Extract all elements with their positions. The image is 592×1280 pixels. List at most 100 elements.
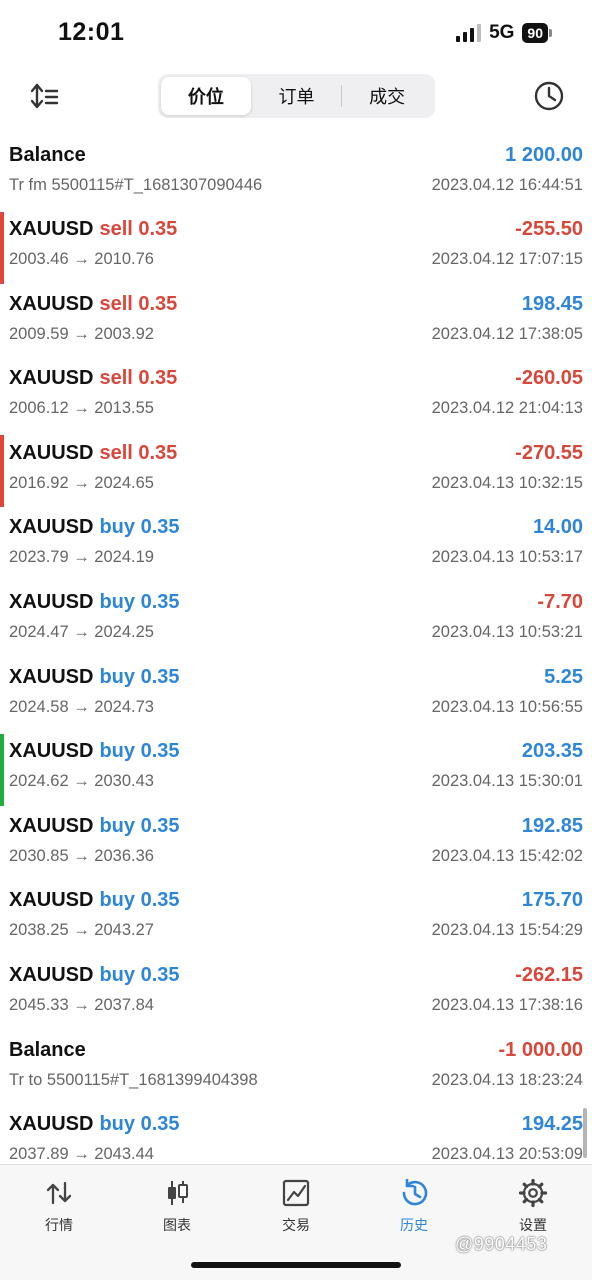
deal-header: XAUUSD buy 0.35	[9, 666, 180, 689]
deal-symbol: XAUUSD	[9, 740, 94, 763]
balance-comment: Tr fm 5500115#T_1681307090446	[9, 175, 263, 194]
deal-prices: 2038.25 → 2043.27	[9, 921, 154, 940]
nav-label-chart: 图表	[163, 1217, 191, 1233]
deal-row[interactable]: XAUUSD buy 0.35 -7.70 2024.47 → 2024.25 202…	[0, 582, 592, 657]
clock-icon	[534, 81, 564, 111]
nav-label-quotes: 行情	[45, 1217, 73, 1233]
deal-row[interactable]: XAUUSD buy 0.35 -262.15 2045.33 → 2037.84 2…	[0, 955, 592, 1030]
segment-positions[interactable]: 价位	[161, 77, 251, 115]
deal-side-volume: buy 0.35	[99, 665, 180, 688]
candlestick-chart-icon	[168, 1181, 188, 1205]
deal-marker	[0, 211, 4, 284]
deal-time: 2023.04.13 15:42:02	[431, 846, 583, 865]
deal-time: 2023.04.13 17:38:16	[431, 996, 583, 1015]
balance-row[interactable]: Balance 1 200.00 Tr fm 5500115#T_16813070…	[0, 134, 592, 209]
deal-symbol: XAUUSD	[9, 1113, 94, 1136]
deal-profit: 14.00	[532, 516, 583, 539]
deal-prices: 2009.59 → 2003.92	[9, 324, 154, 343]
deal-row[interactable]: XAUUSD buy 0.35 14.00 2023.79 → 2024.19 202…	[0, 507, 592, 582]
balance-title: Balance	[9, 143, 86, 166]
deal-profit: -270.55	[515, 441, 583, 464]
deal-side-volume: buy 0.35	[99, 1113, 180, 1136]
deal-time: 2023.04.13 15:30:01	[431, 772, 583, 791]
deal-profit: -255.50	[515, 218, 583, 241]
deal-header: XAUUSD buy 0.35	[9, 964, 180, 987]
battery-icon: 90	[522, 23, 552, 43]
deal-header: XAUUSD buy 0.35	[9, 591, 180, 614]
deal-row[interactable]: XAUUSD sell 0.35 -255.50 2003.46 → 2010.76…	[0, 209, 592, 284]
nav-item-chart[interactable]: 图表	[127, 1177, 227, 1237]
status-indicators: 5G 90	[456, 22, 552, 44]
balance-amount: 1 200.00	[505, 143, 583, 166]
deal-prices: 2045.33 → 2037.84	[9, 996, 154, 1015]
deal-profit: 203.35	[521, 740, 583, 763]
deal-row[interactable]: XAUUSD buy 0.35 194.25 2037.89 → 2043.44 20…	[0, 1104, 592, 1164]
deal-side-volume: buy 0.35	[99, 740, 180, 763]
deal-profit: 198.45	[521, 292, 583, 315]
deal-marker	[0, 733, 4, 806]
deal-prices: 2006.12 → 2013.55	[9, 399, 154, 418]
deal-prices: 2024.47 → 2024.25	[9, 623, 154, 642]
deal-side-volume: buy 0.35	[99, 591, 180, 614]
deal-symbol: XAUUSD	[9, 814, 94, 837]
deal-side-volume: sell 0.35	[99, 441, 178, 464]
deal-time: 2023.04.13 20:53:09	[431, 1145, 583, 1164]
watermark: @9904453	[455, 1234, 548, 1254]
segment-orders[interactable]: 订单	[252, 77, 342, 115]
nav-item-history[interactable]: 历史	[364, 1177, 464, 1237]
deal-header: XAUUSD buy 0.35	[9, 815, 180, 838]
nav-item-trade[interactable]: 交易	[246, 1177, 346, 1237]
deal-profit: 5.25	[544, 665, 583, 688]
signal-strength-icon	[456, 24, 482, 42]
balance-title: Balance	[9, 1038, 86, 1061]
home-indicator[interactable]	[191, 1262, 401, 1268]
list-scrollbar[interactable]	[583, 1108, 587, 1158]
deal-profit: 175.70	[521, 889, 583, 912]
segment-deals[interactable]: 成交	[342, 77, 432, 115]
period-button[interactable]	[532, 79, 566, 113]
deal-header: XAUUSD sell 0.35	[9, 218, 177, 241]
deal-prices: 2016.92 → 2024.65	[9, 473, 154, 492]
nav-label-settings: 设置	[519, 1217, 547, 1233]
deal-side-volume: buy 0.35	[99, 814, 180, 837]
deal-symbol: XAUUSD	[9, 889, 94, 912]
deal-profit: -260.05	[515, 367, 583, 390]
deal-symbol: XAUUSD	[9, 591, 94, 614]
deal-profit: -262.15	[515, 964, 583, 987]
trade-chart-icon	[282, 1179, 310, 1207]
deal-time: 2023.04.13 10:53:21	[431, 623, 583, 642]
deal-side-volume: sell 0.35	[99, 218, 178, 241]
sort-button[interactable]	[28, 80, 62, 112]
deal-row[interactable]: XAUUSD buy 0.35 5.25 2024.58 → 2024.73 2023…	[0, 656, 592, 731]
deal-header: XAUUSD buy 0.35	[9, 740, 180, 763]
deal-symbol: XAUUSD	[9, 218, 94, 241]
deal-header: XAUUSD buy 0.35	[9, 516, 180, 539]
deal-prices: 2024.62 → 2030.43	[9, 772, 154, 791]
deal-row[interactable]: XAUUSD buy 0.35 175.70 2038.25 → 2043.27 20…	[0, 880, 592, 955]
deal-prices: 2037.89 → 2043.44	[9, 1145, 154, 1164]
deal-header: XAUUSD buy 0.35	[9, 889, 180, 912]
deal-symbol: XAUUSD	[9, 292, 94, 315]
deal-time: 2023.04.12 17:38:05	[431, 324, 583, 343]
deal-header: XAUUSD buy 0.35	[9, 1113, 180, 1136]
balance-row[interactable]: Balance -1 000.00 Tr to 5500115#T_1681399…	[0, 1029, 592, 1104]
nav-item-quotes[interactable]: 行情	[9, 1177, 109, 1237]
deal-prices: 2023.79 → 2024.19	[9, 548, 154, 567]
balance-comment: Tr to 5500115#T_1681399404398	[9, 1070, 258, 1089]
deal-row[interactable]: XAUUSD sell 0.35 -270.55 2016.92 → 2024.65…	[0, 432, 592, 508]
deal-row[interactable]: XAUUSD sell 0.35 198.45 2009.59 → 2003.92 2…	[0, 283, 592, 358]
deal-symbol: XAUUSD	[9, 441, 94, 464]
nav-item-settings[interactable]: 设置	[483, 1177, 583, 1237]
nav-label-history: 历史	[400, 1217, 428, 1233]
history-list[interactable]: Balance 1 200.00 Tr fm 5500115#T_16813070…	[0, 134, 592, 1164]
deal-row[interactable]: XAUUSD sell 0.35 -260.05 2006.12 → 2013.55…	[0, 358, 592, 433]
deal-prices: 2030.85 → 2036.36	[9, 846, 154, 865]
deal-time: 2023.04.13 10:53:17	[431, 548, 583, 567]
deal-side-volume: buy 0.35	[99, 516, 180, 539]
deal-side-volume: sell 0.35	[99, 367, 178, 390]
deal-symbol: XAUUSD	[9, 665, 94, 688]
network-type: 5G	[489, 22, 515, 43]
history-toolbar: 价位 订单 成交	[0, 72, 592, 120]
deal-row[interactable]: XAUUSD buy 0.35 192.85 2030.85 → 2036.36 20…	[0, 805, 592, 880]
deal-row[interactable]: XAUUSD buy 0.35 203.35 2024.62 → 2030.43 20…	[0, 731, 592, 806]
